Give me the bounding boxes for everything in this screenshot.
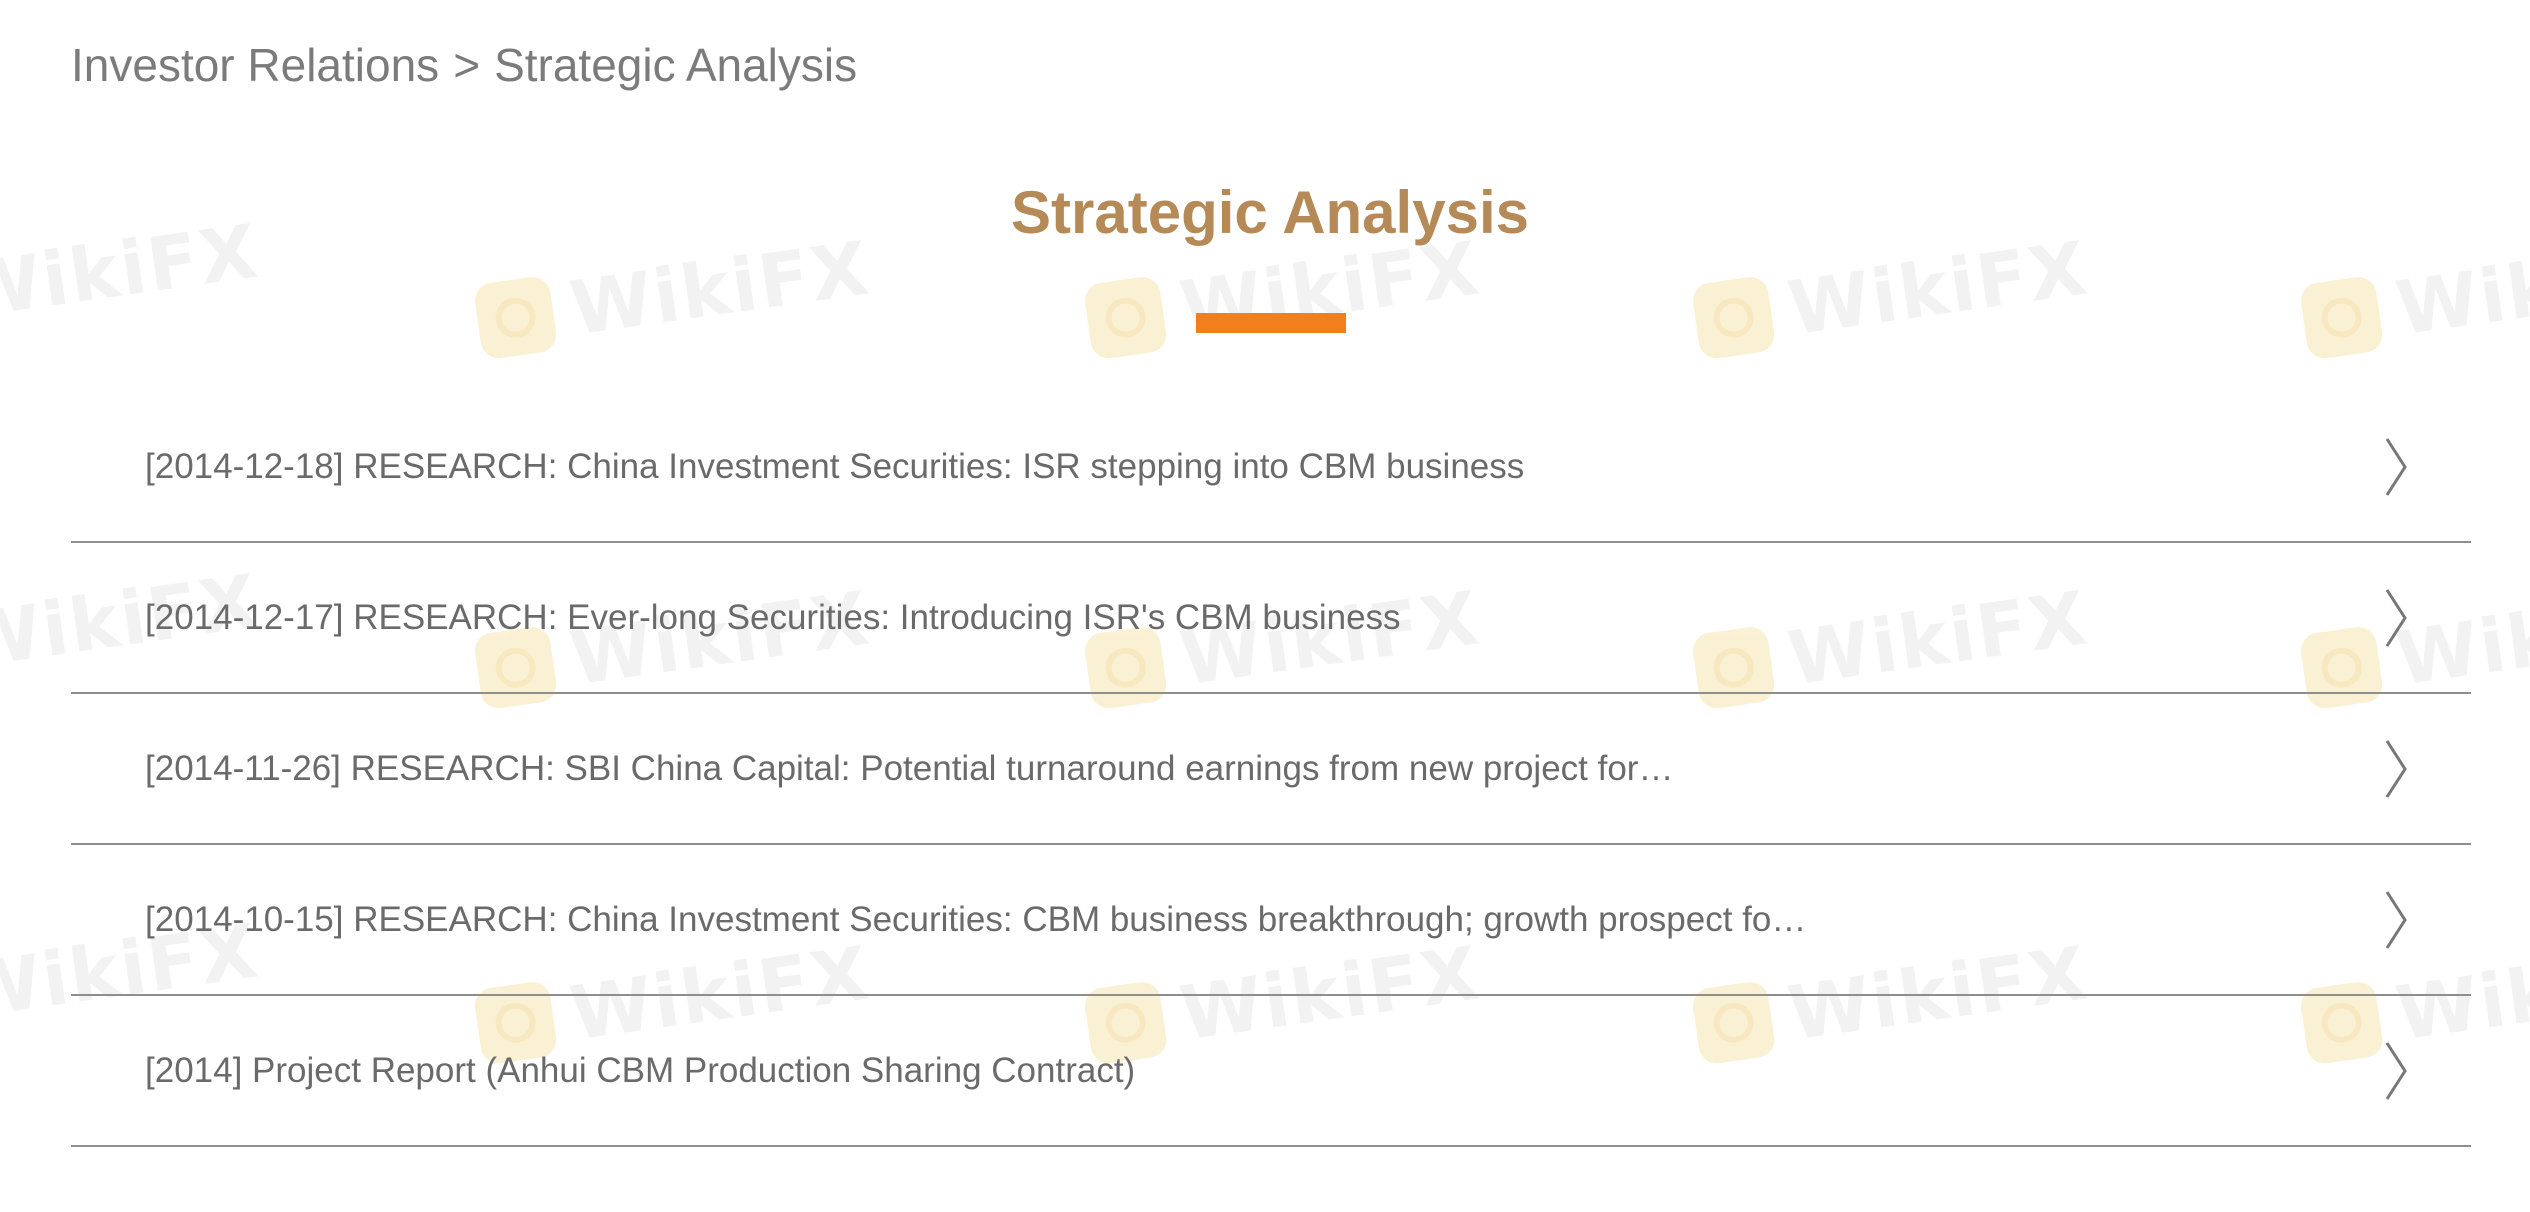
chevron-right-icon[interactable] <box>2383 586 2411 650</box>
breadcrumb-link-investor-relations[interactable]: Investor Relations <box>71 39 439 91</box>
breadcrumb-separator: > <box>453 39 481 91</box>
breadcrumb: Investor Relations > Strategic Analysis <box>71 38 857 92</box>
article-link[interactable]: [2014-12-18] RESEARCH: China Investment … <box>145 447 1524 487</box>
list-item[interactable]: [2014-12-17] RESEARCH: Ever-long Securit… <box>71 543 2471 694</box>
article-link[interactable]: [2014-10-15] RESEARCH: China Investment … <box>145 900 1806 940</box>
wikifx-logo-icon <box>1082 274 1169 361</box>
list-item[interactable]: [2014-11-26] RESEARCH: SBI China Capital… <box>71 694 2471 845</box>
list-item[interactable]: [2014-10-15] RESEARCH: China Investment … <box>71 845 2471 996</box>
chevron-right-icon[interactable] <box>2383 1039 2411 1103</box>
list-item[interactable]: [2014-12-18] RESEARCH: China Investment … <box>71 392 2471 543</box>
chevron-right-icon[interactable] <box>2383 888 2411 952</box>
chevron-right-icon[interactable] <box>2383 737 2411 801</box>
article-link[interactable]: [2014-12-17] RESEARCH: Ever-long Securit… <box>145 598 1401 638</box>
wikifx-logo-icon <box>472 274 559 361</box>
page-title: Strategic Analysis <box>1011 179 1529 246</box>
breadcrumb-current: Strategic Analysis <box>494 39 858 91</box>
wikifx-logo-icon <box>1690 274 1777 361</box>
title-underline <box>1196 313 1346 333</box>
list-item[interactable]: [2014] Project Report (Anhui CBM Product… <box>71 996 2471 1147</box>
article-list: [2014-12-18] RESEARCH: China Investment … <box>71 392 2471 1147</box>
article-link[interactable]: [2014-11-26] RESEARCH: SBI China Capital… <box>145 749 1673 789</box>
article-link[interactable]: [2014] Project Report (Anhui CBM Product… <box>145 1051 1135 1091</box>
chevron-right-icon[interactable] <box>2383 435 2411 499</box>
wikifx-logo-icon <box>2298 274 2385 361</box>
